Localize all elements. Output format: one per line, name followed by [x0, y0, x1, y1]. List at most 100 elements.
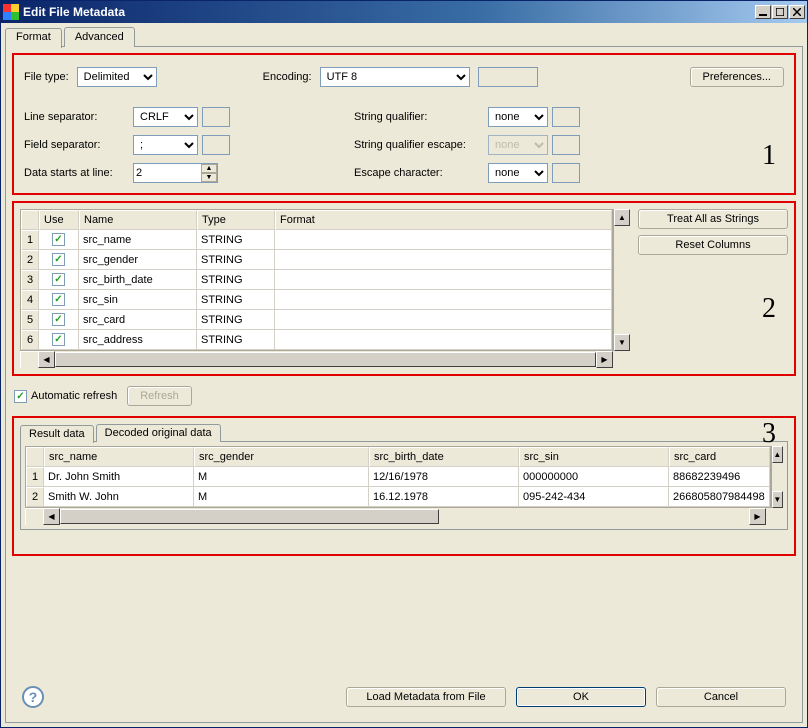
reset-columns-button[interactable]: Reset Columns [638, 235, 788, 255]
cell-use[interactable]: ✓ [39, 250, 79, 270]
scroll-left-button[interactable]: ◀ [38, 351, 55, 368]
tab-advanced[interactable]: Advanced [64, 27, 135, 47]
preview-hdr-4[interactable]: src_card [669, 447, 770, 467]
cell-format[interactable] [275, 330, 612, 350]
automatic-refresh-checkbox[interactable]: ✓ [14, 390, 27, 403]
use-checkbox[interactable]: ✓ [52, 293, 65, 306]
line-separator-select[interactable]: CRLF [133, 107, 198, 127]
footer: ? Load Metadata from File OK Cancel [12, 678, 796, 716]
table-row[interactable]: 2Smith W. JohnM16.12.1978095-242-4342668… [26, 487, 770, 507]
cancel-button[interactable]: Cancel [656, 687, 786, 707]
escape-character-select[interactable]: none [488, 163, 548, 183]
preview-scroll-left[interactable]: ◀ [43, 508, 60, 525]
preview-hdr-1[interactable]: src_gender [194, 447, 369, 467]
use-checkbox[interactable]: ✓ [52, 333, 65, 346]
string-qualifier-escape-aux [552, 135, 580, 155]
table-row[interactable]: 6✓src_addressSTRING [21, 330, 612, 350]
use-checkbox[interactable]: ✓ [52, 253, 65, 266]
cell-use[interactable]: ✓ [39, 230, 79, 250]
cell-use[interactable]: ✓ [39, 270, 79, 290]
preview-cell[interactable]: 000000000 [519, 467, 669, 487]
col-hdr-name[interactable]: Name [79, 210, 197, 230]
maximize-button[interactable] [772, 5, 788, 19]
preview-cell[interactable]: 88682239496 [669, 467, 770, 487]
cell-use[interactable]: ✓ [39, 290, 79, 310]
preview-hdr-3[interactable]: src_sin [519, 447, 669, 467]
string-qualifier-escape-select[interactable]: none [488, 135, 548, 155]
preview-corner [26, 447, 44, 467]
field-separator-label: Field separator: [24, 139, 129, 151]
use-checkbox[interactable]: ✓ [52, 273, 65, 286]
cell-name[interactable]: src_birth_date [79, 270, 197, 290]
scroll-up-button[interactable]: ▲ [614, 209, 630, 226]
minimize-button[interactable] [755, 5, 771, 19]
treat-all-strings-button[interactable]: Treat All as Strings [638, 209, 788, 229]
table-row[interactable]: 4✓src_sinSTRING [21, 290, 612, 310]
refresh-button[interactable]: Refresh [127, 386, 192, 406]
cell-type[interactable]: STRING [197, 270, 275, 290]
data-starts-spinner[interactable]: ▲▼ [201, 164, 217, 182]
tab-format[interactable]: Format [5, 28, 62, 48]
app-icon [3, 4, 19, 20]
cell-format[interactable] [275, 230, 612, 250]
cell-type[interactable]: STRING [197, 250, 275, 270]
cell-type[interactable]: STRING [197, 330, 275, 350]
cell-type[interactable]: STRING [197, 310, 275, 330]
cell-use[interactable]: ✓ [39, 330, 79, 350]
preview-cell[interactable]: M [194, 487, 369, 507]
scroll-right-button[interactable]: ▶ [596, 351, 613, 368]
col-hdr-corner [21, 210, 39, 230]
string-qualifier-select[interactable]: none [488, 107, 548, 127]
preferences-button[interactable]: Preferences... [690, 67, 784, 87]
col-hdr-use[interactable]: Use [39, 210, 79, 230]
table-row[interactable]: 3✓src_birth_dateSTRING [21, 270, 612, 290]
table-row[interactable]: 2✓src_genderSTRING [21, 250, 612, 270]
preview-vscrollbar[interactable]: ▲ ▼ [771, 446, 783, 508]
cell-name[interactable]: src_card [79, 310, 197, 330]
encoding-select[interactable]: UTF 8 [320, 67, 470, 87]
cell-name[interactable]: src_name [79, 230, 197, 250]
preview-cell[interactable]: M [194, 467, 369, 487]
cell-type[interactable]: STRING [197, 230, 275, 250]
preview-hdr-2[interactable]: src_birth_date [369, 447, 519, 467]
preview-cell[interactable]: 266805807984498 [669, 487, 770, 507]
preview-cell[interactable]: 16.12.1978 [369, 487, 519, 507]
table-row[interactable]: 1✓src_nameSTRING [21, 230, 612, 250]
preview-hscrollbar[interactable]: ◀ ▶ [25, 508, 783, 525]
cell-format[interactable] [275, 310, 612, 330]
scroll-down-button[interactable]: ▼ [614, 334, 630, 351]
load-metadata-button[interactable]: Load Metadata from File [346, 687, 506, 707]
col-hdr-format[interactable]: Format [275, 210, 612, 230]
preview-scroll-right[interactable]: ▶ [749, 508, 766, 525]
marker-3: 3 [762, 418, 776, 450]
preview-scroll-down[interactable]: ▼ [772, 491, 783, 508]
ok-button[interactable]: OK [516, 687, 646, 707]
field-separator-select[interactable]: ; [133, 135, 198, 155]
preview-hdr-0[interactable]: src_name [44, 447, 194, 467]
col-hdr-type[interactable]: Type [197, 210, 275, 230]
preview-cell[interactable]: Smith W. John [44, 487, 194, 507]
cell-type[interactable]: STRING [197, 290, 275, 310]
columns-vscrollbar[interactable]: ▲ ▼ [613, 209, 630, 351]
columns-hscrollbar[interactable]: ◀ ▶ [20, 351, 630, 368]
cell-name[interactable]: src_address [79, 330, 197, 350]
close-button[interactable] [789, 5, 805, 19]
use-checkbox[interactable]: ✓ [52, 313, 65, 326]
table-row[interactable]: 5✓src_cardSTRING [21, 310, 612, 330]
use-checkbox[interactable]: ✓ [52, 233, 65, 246]
help-icon[interactable]: ? [22, 686, 44, 708]
preview-cell[interactable]: 095-242-434 [519, 487, 669, 507]
tab-result-data[interactable]: Result data [20, 425, 94, 443]
cell-format[interactable] [275, 290, 612, 310]
file-type-select[interactable]: Delimited [77, 67, 157, 87]
cell-use[interactable]: ✓ [39, 310, 79, 330]
tab-decoded-data[interactable]: Decoded original data [96, 424, 221, 442]
cell-name[interactable]: src_sin [79, 290, 197, 310]
table-row[interactable]: 1Dr. John SmithM12/16/197800000000088682… [26, 467, 770, 487]
preview-cell[interactable]: Dr. John Smith [44, 467, 194, 487]
cell-format[interactable] [275, 250, 612, 270]
cell-name[interactable]: src_gender [79, 250, 197, 270]
marker-2: 2 [762, 293, 776, 325]
preview-cell[interactable]: 12/16/1978 [369, 467, 519, 487]
cell-format[interactable] [275, 270, 612, 290]
